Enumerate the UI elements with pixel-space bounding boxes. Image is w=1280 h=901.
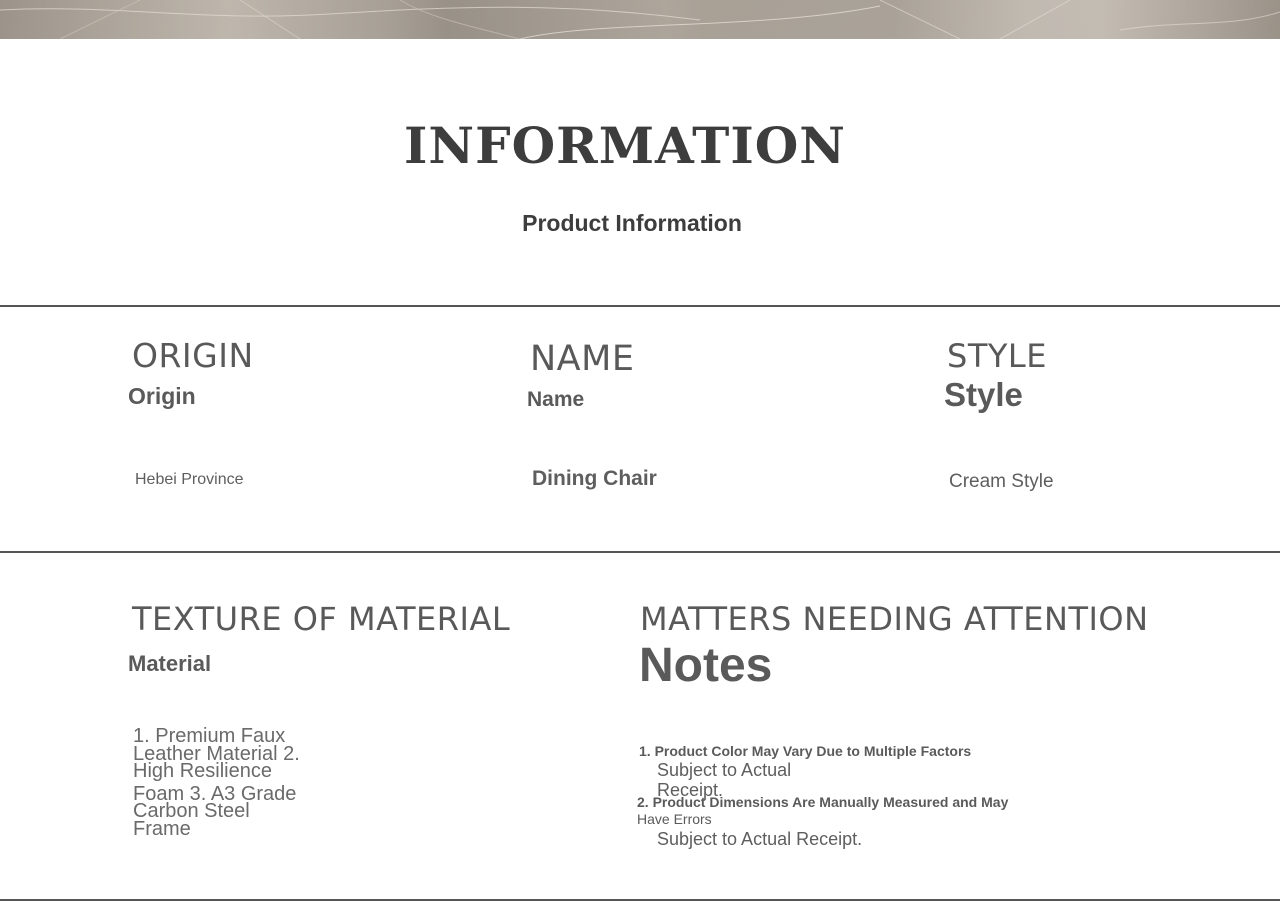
material-label: Material [128, 651, 212, 676]
name-heading-en: NAME [530, 339, 635, 379]
origin-value: Hebei Province [135, 471, 244, 488]
marble-veins [0, 0, 1280, 39]
marble-banner [0, 0, 1280, 39]
style-label: Style [944, 376, 1023, 413]
notes-item-2-line: Have Errors [637, 811, 712, 827]
style-value: Cream Style [949, 471, 1054, 492]
name-value: Dining Chair [532, 467, 657, 490]
notes-item-1: 1. Product Color May Vary Due to Multipl… [639, 743, 972, 759]
notes-item-2-sub: Subject to Actual Receipt. [657, 829, 863, 849]
name-label: Name [527, 388, 585, 411]
material-line: Frame [133, 817, 191, 840]
material-line: High Resilience [133, 760, 272, 782]
origin-heading-en: ORIGIN [132, 336, 254, 375]
material-value: 1. Premium Faux Leather Material 2. High… [133, 726, 300, 840]
material-heading-en: TEXTURE OF MATERIAL [132, 600, 511, 638]
notes-heading-en: MATTERS NEEDING ATTENTION [640, 600, 1149, 638]
origin-label: Origin [128, 383, 196, 409]
page-subtitle: Product Information [522, 210, 742, 236]
notes-item-2-line: 2. Product Dimensions Are Manually Measu… [637, 794, 1009, 810]
notes-label: Notes [639, 639, 773, 692]
page-title: INFORMATION [404, 116, 846, 175]
section-divider [0, 551, 1280, 553]
section-divider [0, 305, 1280, 307]
notes-item-1-sub-line: Subject to Actual [657, 760, 792, 780]
notes-item-2: 2. Product Dimensions Are Manually Measu… [637, 794, 1008, 828]
style-heading-en: STYLE [947, 337, 1047, 375]
